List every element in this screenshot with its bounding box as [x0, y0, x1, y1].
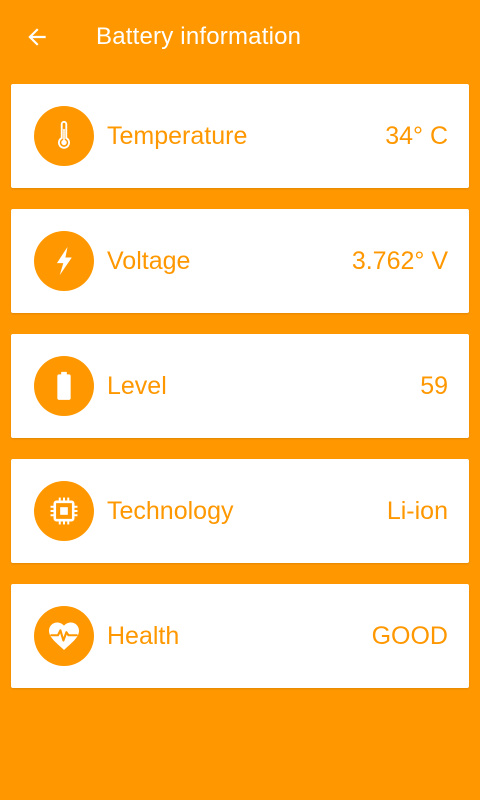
thermometer-icon [57, 120, 71, 149]
card-label: Level [107, 372, 167, 400]
arrow-left-icon [28, 28, 46, 46]
icon-badge [34, 606, 94, 666]
card-value: 3.762° V [351, 247, 448, 275]
info-card-technology[interactable]: Technology Li-ion [11, 459, 469, 563]
app-bar: Battery information [0, 0, 480, 76]
info-card-health[interactable]: Health GOOD [11, 584, 469, 688]
icon-badge [34, 106, 94, 166]
icon-badge [34, 356, 94, 416]
card-value: Li-ion [386, 497, 448, 525]
battery-info-list: Temperature 34° C Voltage 3.762° V Level… [11, 84, 469, 709]
info-card-voltage[interactable]: Voltage 3.762° V [11, 209, 469, 313]
info-card-level[interactable]: Level 59 [11, 334, 469, 438]
card-label: Health [107, 622, 180, 650]
card-label: Temperature [107, 122, 248, 150]
info-card-temperature[interactable]: Temperature 34° C [11, 84, 469, 188]
card-label: Technology [107, 497, 234, 525]
card-value: 34° C [385, 122, 448, 150]
battery-icon [57, 371, 71, 400]
lightning-bolt-icon [56, 246, 72, 276]
chip-icon [50, 497, 78, 525]
icon-badge [34, 481, 94, 541]
card-value: GOOD [371, 622, 448, 650]
icon-badge [34, 231, 94, 291]
page-title: Battery information [96, 23, 302, 50]
back-button[interactable] [20, 18, 54, 56]
card-label: Voltage [107, 247, 191, 275]
card-value: 59 [420, 372, 448, 400]
heart-pulse-icon [49, 622, 79, 650]
